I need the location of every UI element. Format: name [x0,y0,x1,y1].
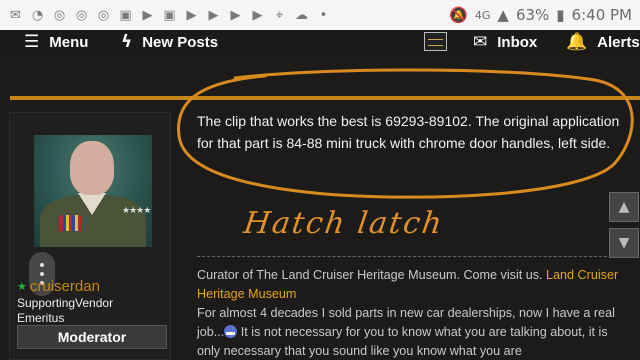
location-icon: ⌖ [275,7,284,23]
youtube-icon: ▶ [230,7,241,23]
username: cruiserdan [29,278,100,295]
image-icon: ▣ [119,7,132,23]
handwritten-annotation: Hatch latch [241,206,446,241]
new-posts-label: New Posts [142,33,219,51]
new-posts-button[interactable]: ϟ New Posts [121,30,218,54]
alerts-label: Alerts [597,33,640,51]
moderator-label: Moderator [57,329,127,345]
signature-prefix: Curator of The Land Cruiser Heritage Mus… [197,268,547,282]
scroll-up-button[interactable]: ▲ [609,192,639,222]
weather-icon: ☁ [295,7,308,23]
alerts-button[interactable]: 🔔 Alerts [566,30,640,54]
chevron-up-icon: ▲ [618,199,630,215]
mute-icon: 🔕 [449,6,468,24]
scroll-down-button[interactable]: ▼ [609,228,639,258]
menu-button[interactable]: ☰ Menu [24,30,88,54]
signature-text-b: It is not necessary for you to know what… [197,325,608,358]
gauge-icon: ◔ [31,7,44,23]
bell-icon: 🔔 [566,32,588,52]
avatar-face [70,141,114,195]
battery-level: 63% [515,6,550,24]
status-right: 🔕 4G ▲ 63% ▮ 6:40 PM [449,0,632,30]
online-status-icon: ★ [17,280,27,293]
network-indicator: 4G [474,8,491,22]
planet-icon: ◎ [97,7,110,23]
user-title: SupportingVendor Emeritus [17,296,113,326]
youtube-icon: ▶ [142,7,153,23]
hamburger-icon: ☰ [24,32,40,52]
clock: 6:40 PM [571,6,632,24]
user-title-line2: Emeritus [17,311,65,325]
image-icon: ▣ [163,7,176,23]
battery-icon: ▮ [556,6,565,24]
user-title-line1: SupportingVendor [17,296,114,310]
signature: Curator of The Land Cruiser Heritage Mus… [197,266,629,360]
grimace-emoji-icon [224,325,238,338]
avatar[interactable]: ★★★★ [34,135,152,247]
site-logo[interactable] [424,32,447,51]
mail-icon: ✉ [10,7,21,23]
post-body: The clip that works the best is 69293-89… [197,113,620,151]
youtube-icon: ▶ [208,7,219,23]
menu-label: Menu [49,33,89,51]
username-link[interactable]: ★ cruiserdan [17,278,100,295]
forum-nav-bar: ☰ Menu ϟ New Posts ✉ Inbox 🔔 Alerts [0,30,640,54]
envelope-icon: ✉ [473,32,488,52]
inbox-button[interactable]: ✉ Inbox [473,30,537,54]
planet-icon: ◎ [75,7,88,23]
youtube-icon: ▶ [252,7,263,23]
thread-divider [10,96,640,100]
lightning-icon: ϟ [121,32,133,52]
signature-divider [197,256,622,257]
signal-icon: ▲ [497,6,509,24]
planet-icon: ◎ [53,7,66,23]
status-bar: ✉ ◔ ◎ ◎ ◎ ▣ ▶ ▣ ▶ ▶ ▶ ▶ ⌖ ☁ • 🔕 4G ▲ 63%… [0,0,640,30]
avatar-ribbons [60,215,82,231]
avatar-stars: ★★★★ [122,205,151,215]
chevron-down-icon: ▼ [618,235,630,251]
youtube-icon: ▶ [186,7,197,23]
dot-icon: • [319,7,328,23]
moderator-banner: Moderator [17,325,167,349]
inbox-label: Inbox [497,33,538,51]
notification-icons: ✉ ◔ ◎ ◎ ◎ ▣ ▶ ▣ ▶ ▶ ▶ ▶ ⌖ ☁ • [8,8,331,23]
